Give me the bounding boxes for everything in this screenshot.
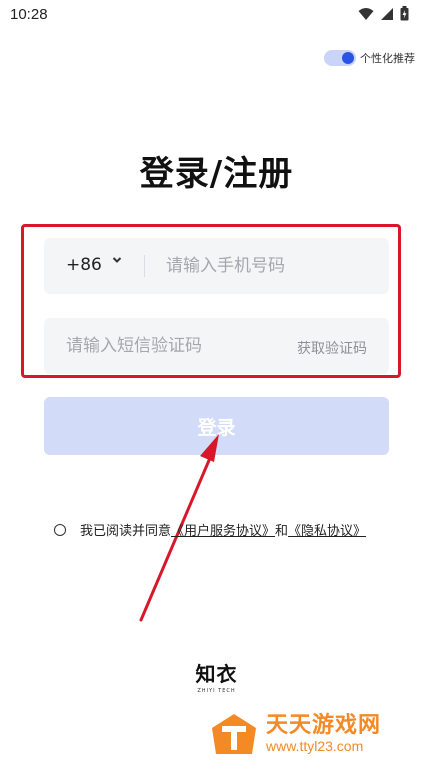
- battery-icon: [400, 6, 409, 21]
- recommend-toggle-label: 个性化推荐: [360, 52, 415, 65]
- signal-icon: [381, 7, 393, 20]
- privacy-link[interactable]: 《隐私协议》: [288, 520, 366, 539]
- watermark-cn: 天天游戏网: [266, 713, 382, 738]
- recommend-toggle-group: 个性化推荐: [324, 50, 415, 66]
- agreement-and: 和: [275, 524, 289, 539]
- sms-code-row: 获取验证码: [44, 318, 389, 374]
- annotation-arrow: [139, 434, 219, 622]
- annotation-arrow-shaft: [139, 456, 212, 622]
- agreement-row: 我已阅读并同意 《用户服务协议》 和 《隐私协议》: [54, 520, 366, 539]
- recommend-toggle[interactable]: [324, 50, 356, 66]
- status-time: 10:28: [10, 6, 48, 23]
- user-agreement-link[interactable]: 《用户服务协议》: [171, 520, 275, 539]
- watermark-url: www.ttyl23.com: [266, 738, 364, 754]
- watermark-logo-icon: [212, 714, 256, 754]
- get-code-button[interactable]: 获取验证码: [297, 338, 367, 358]
- app-logo: 知衣 ZHIYI TECH: [0, 658, 433, 694]
- agreement-radio[interactable]: [54, 523, 66, 536]
- toggle-knob: [342, 52, 354, 64]
- chevron-down-icon[interactable]: [112, 256, 122, 264]
- page-title: 登录/注册: [139, 154, 294, 194]
- phone-field-row: +86: [44, 238, 389, 294]
- watermark-text: 天天游戏网 www.ttyl23.com: [266, 713, 382, 755]
- login-button[interactable]: 登录: [44, 397, 389, 455]
- system-icons: [358, 6, 409, 21]
- watermark: 天天游戏网 www.ttyl23.com: [210, 712, 381, 756]
- country-code-selector[interactable]: +86: [66, 255, 102, 275]
- status-bar: 10:28: [0, 0, 433, 30]
- logo-subtitle: ZHIYI TECH: [197, 688, 236, 694]
- logo-name: 知衣: [195, 662, 238, 686]
- wifi-icon: [358, 7, 374, 20]
- field-divider: [144, 255, 145, 277]
- phone-input[interactable]: [166, 252, 376, 280]
- agreement-prefix: 我已阅读并同意: [80, 524, 172, 539]
- sms-code-input[interactable]: [66, 332, 266, 360]
